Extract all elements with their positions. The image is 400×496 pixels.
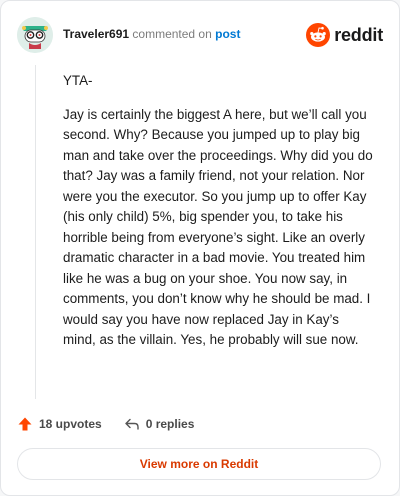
avatar-snoo-icon bbox=[17, 17, 53, 53]
avatar[interactable] bbox=[17, 17, 53, 53]
reply-button[interactable]: 0 replies bbox=[124, 416, 195, 432]
comment-header: Traveler691 commented on post reddit bbox=[17, 17, 383, 53]
reply-icon bbox=[125, 418, 139, 430]
post-link[interactable]: post bbox=[215, 27, 240, 41]
reply-count: 0 replies bbox=[145, 417, 195, 431]
reddit-logo[interactable]: reddit bbox=[306, 23, 383, 47]
comment-meta: Traveler691 commented on post bbox=[63, 27, 240, 41]
upvote-icon bbox=[18, 417, 32, 431]
comment-actions: 18 upvotes 0 replies bbox=[17, 413, 194, 435]
comment-body: YTA- Jay is certainly the biggest A here… bbox=[63, 71, 375, 364]
comment-paragraph: YTA- bbox=[63, 73, 93, 88]
upvote-button[interactable]: 18 upvotes bbox=[17, 416, 102, 432]
thread-line bbox=[35, 65, 36, 399]
username-link[interactable]: Traveler691 bbox=[63, 27, 129, 41]
reddit-logo-icon bbox=[306, 23, 331, 47]
comment-paragraph: Jay is certainly the biggest A here, but… bbox=[63, 106, 373, 348]
comment-embed-card: Traveler691 commented on post reddit YTA… bbox=[0, 0, 400, 496]
action-text: commented on bbox=[132, 27, 212, 41]
logo-text: reddit bbox=[334, 24, 383, 45]
view-more-button[interactable]: View more on Reddit bbox=[17, 448, 381, 480]
upvote-count: 18 upvotes bbox=[39, 417, 102, 431]
